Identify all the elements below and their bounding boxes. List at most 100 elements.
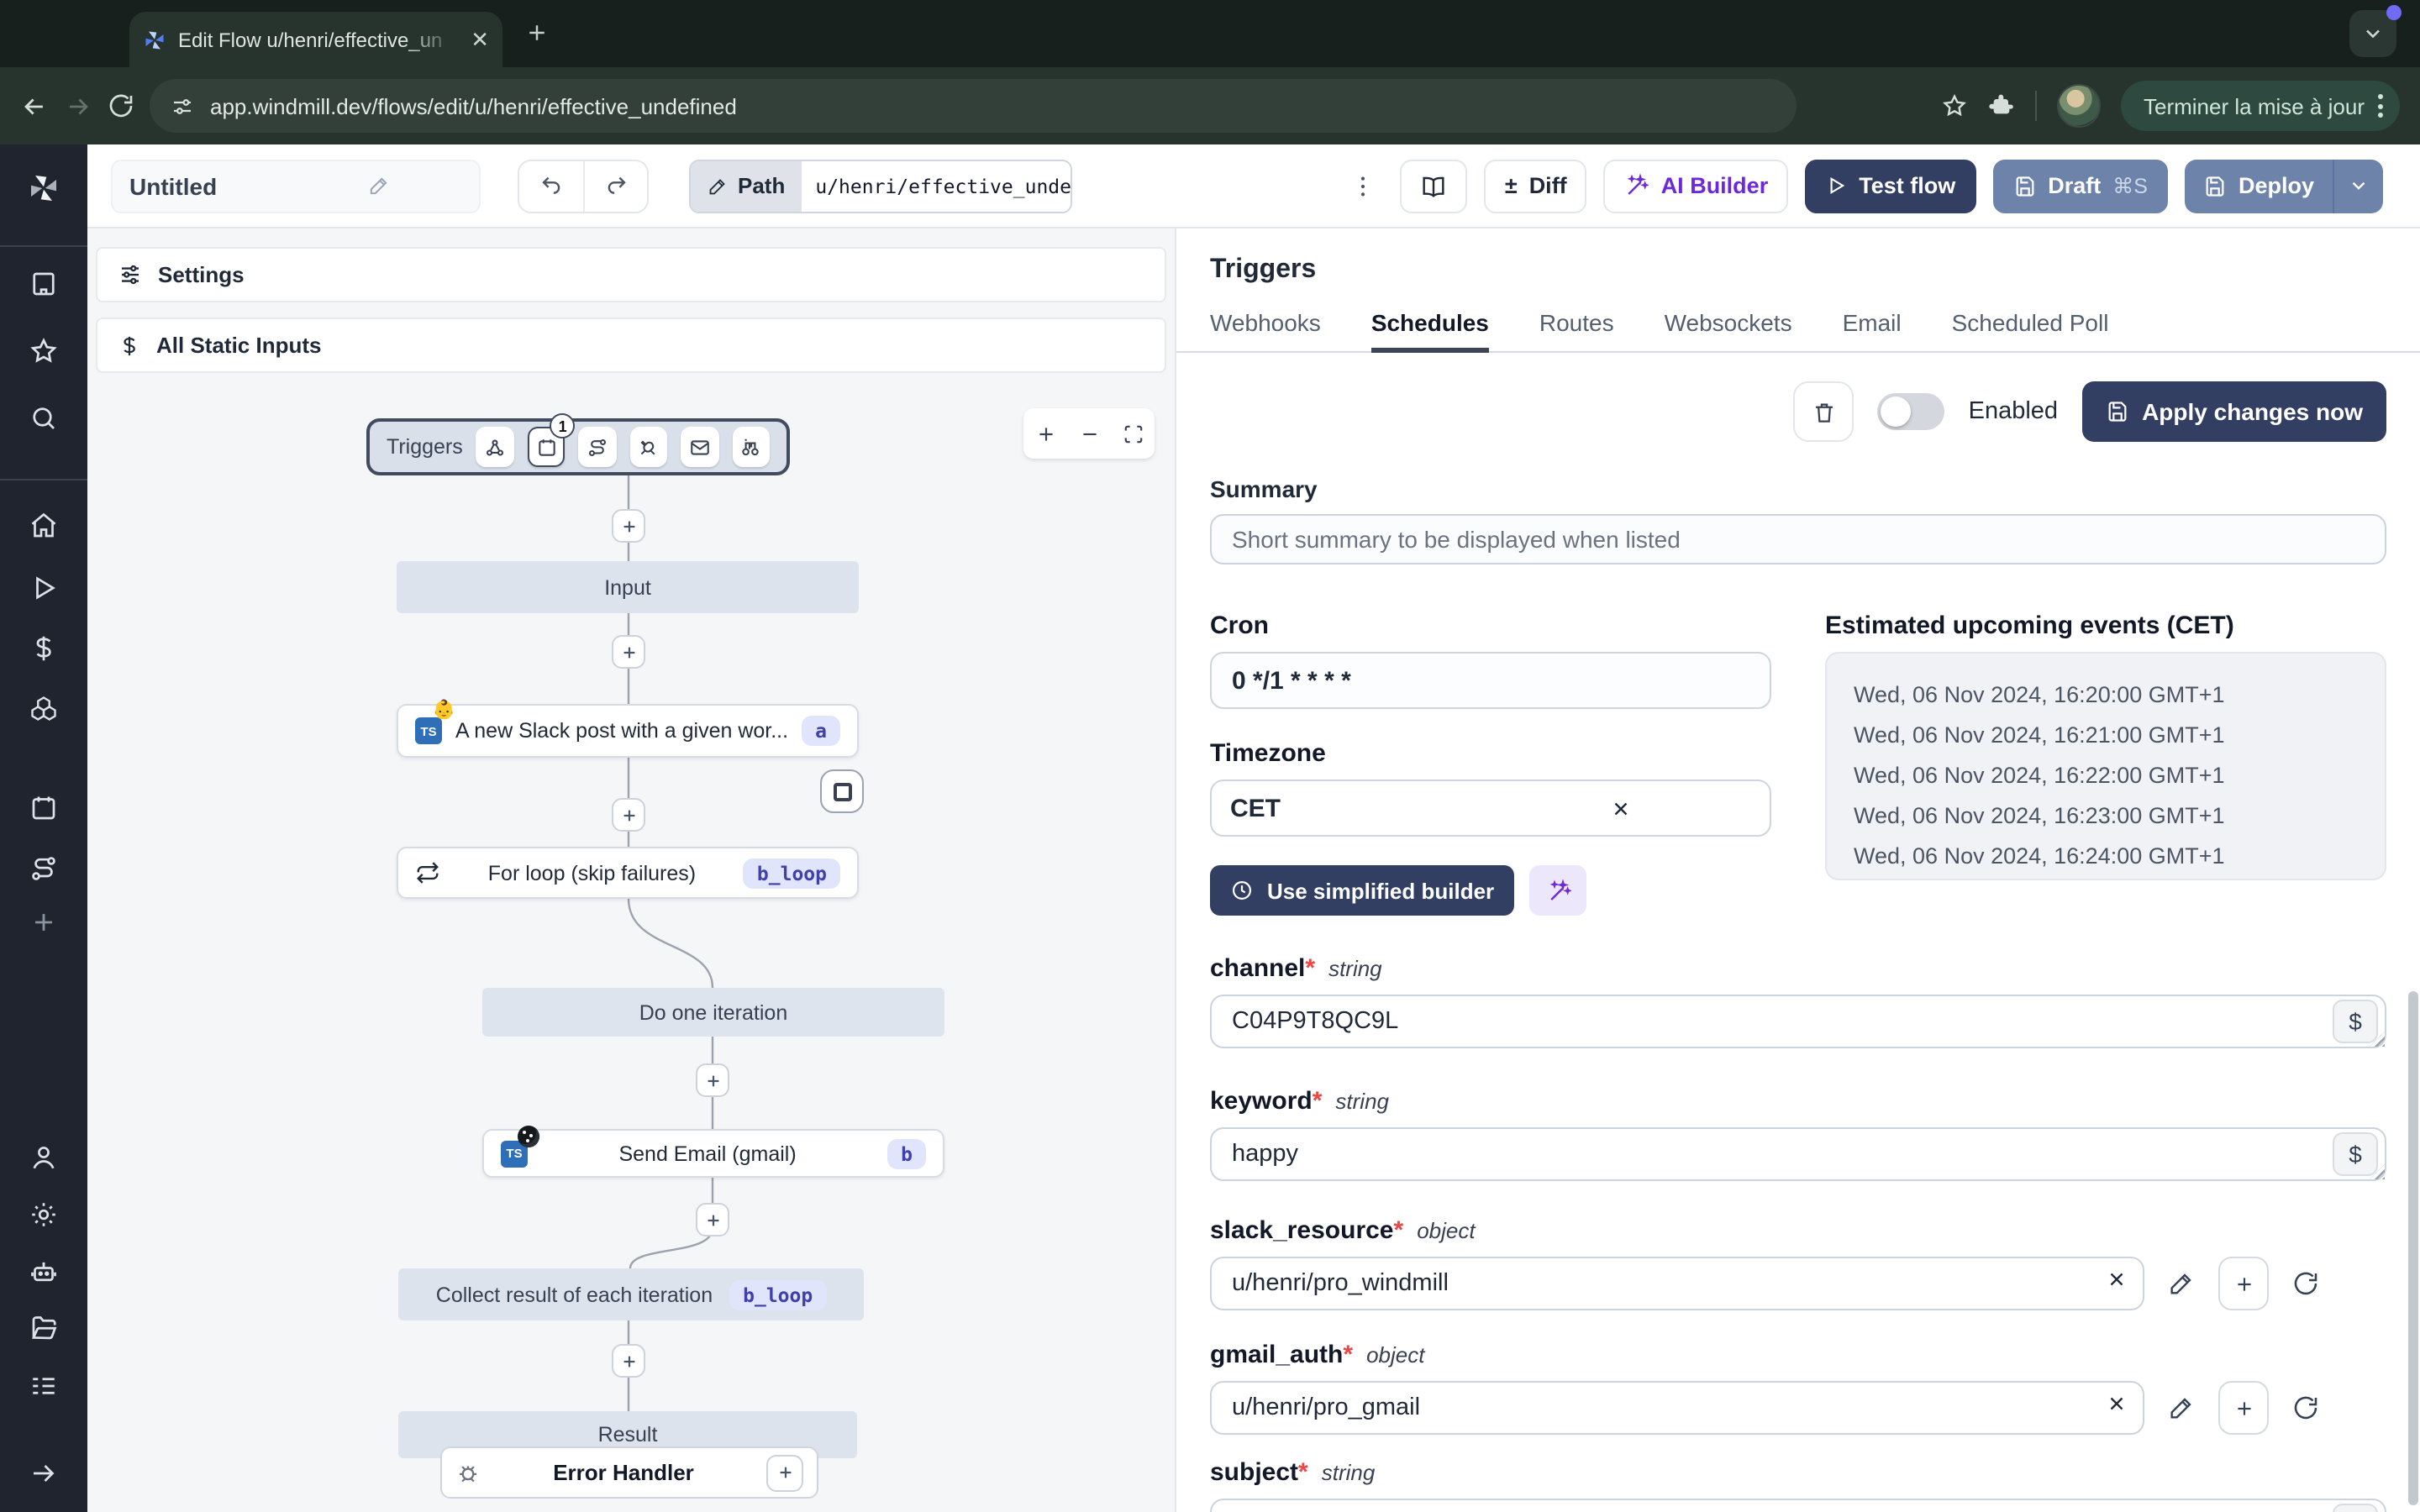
add-step-button[interactable] <box>696 1063 729 1097</box>
sidebar-item-search[interactable] <box>29 403 59 433</box>
clear-resource-icon[interactable] <box>2106 1268 2128 1290</box>
site-settings-icon[interactable] <box>170 93 195 118</box>
add-step-button[interactable] <box>612 1344 645 1378</box>
clear-timezone-icon[interactable] <box>1491 797 1751 819</box>
flow-node-error-handler[interactable]: Error Handler <box>440 1446 818 1499</box>
more-options-kebab-icon[interactable] <box>1350 172 1377 199</box>
add-resource-button[interactable] <box>2218 1381 2269 1435</box>
draft-button[interactable]: Draft ⌘S <box>1992 159 2168 213</box>
refresh-resource-icon[interactable] <box>2292 1270 2319 1297</box>
sidebar-item-runs[interactable] <box>29 573 59 603</box>
add-error-handler-button[interactable] <box>766 1454 803 1491</box>
reload-button[interactable] <box>108 92 134 119</box>
flow-name-field[interactable]: Untitled <box>111 159 481 213</box>
subject-input[interactable] <box>1210 1499 2386 1512</box>
sidebar-item-add[interactable] <box>29 908 58 937</box>
early-stop-button[interactable] <box>820 769 864 813</box>
flow-node-do-one-iteration[interactable]: Do one iteration <box>482 988 944 1037</box>
flow-triggers-node[interactable]: Triggers 1 <box>366 413 790 475</box>
fit-view-icon[interactable] <box>1122 423 1144 444</box>
ai-builder-button[interactable]: AI Builder <box>1603 159 1789 213</box>
sidebar-item-users[interactable] <box>29 1142 59 1173</box>
trigger-poll-icon[interactable] <box>732 427 770 467</box>
tab-routes[interactable]: Routes <box>1539 309 1614 351</box>
trigger-schedule-icon[interactable]: 1 <box>527 413 576 467</box>
windmill-logo-icon[interactable] <box>27 171 60 205</box>
tab-search-button[interactable] <box>2349 5 2402 57</box>
ai-cron-wand-button[interactable] <box>1529 865 1587 916</box>
flow-node-slack-script[interactable]: TS 👶 A new Slack post with a given wor..… <box>397 701 859 758</box>
sidebar-item-routes[interactable] <box>29 853 59 884</box>
tab-websockets[interactable]: Websockets <box>1665 309 1792 351</box>
docs-button[interactable] <box>1400 159 1468 213</box>
back-button[interactable] <box>20 92 49 120</box>
zoom-in-icon[interactable] <box>1034 423 1056 444</box>
insert-variable-button[interactable]: $ <box>2333 1132 2378 1176</box>
trigger-email-icon[interactable] <box>681 427 719 467</box>
summary-input[interactable] <box>1210 514 2386 564</box>
slack-resource-input[interactable] <box>1210 1257 2144 1310</box>
clear-resource-icon[interactable] <box>2106 1393 2128 1415</box>
edit-name-pencil-icon[interactable] <box>296 175 462 197</box>
extensions-icon[interactable] <box>1987 92 2014 119</box>
panel-scrollbar[interactable] <box>2408 991 2418 1505</box>
url-bar[interactable]: app.windmill.dev/flows/edit/u/henri/effe… <box>150 79 1797 133</box>
all-static-inputs-bar[interactable]: All Static Inputs <box>96 318 1166 373</box>
tab-email[interactable]: Email <box>1843 309 1902 351</box>
edit-resource-pencil-icon[interactable] <box>2168 1394 2195 1421</box>
deploy-dropdown-button[interactable] <box>2333 159 2383 213</box>
deploy-button[interactable]: Deploy <box>2184 159 2383 213</box>
profile-avatar[interactable] <box>2056 84 2100 128</box>
tab-webhooks[interactable]: Webhooks <box>1210 309 1321 351</box>
flow-node-forloop[interactable]: For loop (skip failures) b_loop <box>397 847 859 899</box>
sidebar-item-workspace[interactable] <box>29 269 59 299</box>
flow-node-collect-result[interactable]: Collect result of each iteration b_loop <box>398 1268 864 1320</box>
sidebar-item-settings[interactable] <box>29 1200 59 1230</box>
sidebar-item-ai[interactable] <box>29 1257 59 1287</box>
trigger-route-icon[interactable] <box>578 427 617 467</box>
timezone-select[interactable]: CET <box>1210 780 1771 837</box>
enabled-toggle[interactable] <box>1877 393 1945 430</box>
delete-schedule-button[interactable] <box>1793 381 1854 442</box>
test-flow-button[interactable]: Test flow <box>1805 159 1976 213</box>
flow-node-input[interactable]: Input <box>397 561 859 613</box>
add-resource-button[interactable] <box>2218 1257 2269 1310</box>
simplified-builder-button[interactable]: Use simplified builder <box>1210 865 1515 916</box>
undo-button[interactable] <box>519 160 583 211</box>
sidebar-item-variables[interactable] <box>29 633 59 664</box>
sidebar-item-home[interactable] <box>29 511 59 541</box>
insert-variable-button[interactable]: $ <box>2333 1000 2378 1043</box>
zoom-out-icon[interactable] <box>1078 423 1100 444</box>
cron-input[interactable] <box>1210 652 1771 709</box>
sidebar-item-logs[interactable] <box>29 1371 59 1401</box>
browser-tab[interactable]: Edit Flow u/henri/effective_un ✕ <box>129 12 502 67</box>
diff-button[interactable]: ± Diff <box>1484 159 1587 213</box>
tab-close-icon[interactable]: ✕ <box>471 26 489 53</box>
add-step-button[interactable] <box>612 509 645 543</box>
tab-scheduled-poll[interactable]: Scheduled Poll <box>1952 309 2109 351</box>
bookmark-star-icon[interactable] <box>1940 92 1967 119</box>
sidebar-item-favorites[interactable] <box>29 336 59 366</box>
sidebar-expand-icon[interactable] <box>29 1458 59 1488</box>
path-value[interactable]: u/henri/effective_undef <box>802 160 1071 211</box>
flow-node-send-email[interactable]: TS Send Email (gmail) b <box>482 1125 944 1178</box>
trigger-webhook-icon[interactable] <box>476 427 514 467</box>
forward-button[interactable] <box>64 92 92 120</box>
keyword-input[interactable] <box>1210 1127 2386 1181</box>
gmail-auth-input[interactable] <box>1210 1381 2144 1435</box>
new-tab-button[interactable] <box>524 20 550 45</box>
browser-menu-icon[interactable] <box>2378 94 2383 118</box>
add-step-button[interactable] <box>612 635 645 669</box>
refresh-resource-icon[interactable] <box>2292 1394 2319 1421</box>
add-step-button[interactable] <box>696 1203 729 1236</box>
settings-bar[interactable]: Settings <box>96 247 1166 302</box>
sidebar-item-resources[interactable] <box>29 694 59 724</box>
trigger-websocket-icon[interactable] <box>629 427 668 467</box>
sidebar-item-folders[interactable] <box>29 1314 59 1344</box>
insert-variable-button[interactable]: $ <box>2333 1504 2378 1512</box>
path-field[interactable]: Path u/henri/effective_undef <box>689 159 1073 213</box>
tab-schedules[interactable]: Schedules <box>1370 309 1489 353</box>
browser-update-button[interactable]: Terminer la mise à jour <box>2120 81 2400 131</box>
redo-button[interactable] <box>583 160 647 211</box>
channel-input[interactable] <box>1210 995 2386 1048</box>
